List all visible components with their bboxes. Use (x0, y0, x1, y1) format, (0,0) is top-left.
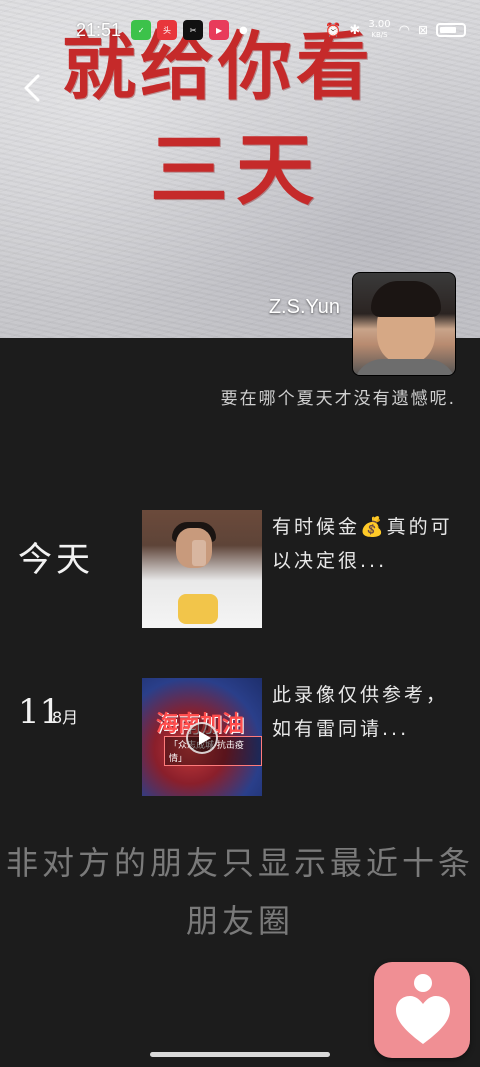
battery-icon (436, 23, 466, 37)
moment-post[interactable]: 今天 有时候金💰真的可以决定很... (0, 510, 480, 630)
app-badge-video-icon: ▶ (209, 20, 230, 40)
thumb-shirt-print (178, 594, 218, 624)
wifi-icon: ◠ (398, 22, 410, 38)
alarm-icon: ⏰ (325, 22, 342, 38)
app-badge-green-icon: ✓ (131, 20, 152, 40)
profile-signature: 要在哪个夏天才没有遗憾呢. (220, 389, 456, 409)
post-date-month: 8月 (52, 708, 79, 727)
post-date: 今天 (18, 540, 94, 580)
bluetooth-icon: ✱ (349, 22, 361, 38)
back-button[interactable] (14, 68, 50, 108)
network-speed: 3.00 KB/S (368, 20, 390, 40)
avatar[interactable] (352, 272, 456, 376)
post-text[interactable]: 有时候金💰真的可以决定很... (272, 510, 468, 578)
cover-title-line2: 三天 (150, 126, 323, 216)
status-time: 21:51 (76, 19, 122, 40)
home-indicator[interactable] (150, 1052, 330, 1057)
profile-nickname: Z.S.Yun (268, 296, 340, 318)
app-badge-capcut-icon: ✂ (183, 20, 204, 40)
sim-icon: ⊠ (417, 23, 428, 37)
post-video-thumbnail[interactable]: 海南加油 「众志成城·抗击疫情」 (142, 678, 262, 796)
post-thumbnail[interactable] (142, 510, 262, 628)
avatar-hair (371, 281, 441, 317)
status-bar: 21:51 ✓ 头 ✂ ▶ ● ⏰ ✱ 3.00 KB/S ◠ ⊠ (0, 0, 480, 60)
thumb-phone (192, 540, 206, 566)
app-badge-toutiao-icon: 头 (157, 20, 178, 40)
privacy-notice: 非对方的朋友只显示最近十条朋友圈 (5, 844, 474, 940)
heart-person-icon (396, 996, 450, 1044)
moment-post[interactable]: 11 8月 海南加油 「众志成城·抗击疫情」 此录像仅供参考，如有雷同请... (0, 678, 480, 798)
network-speed-unit: KB/S (371, 31, 388, 39)
play-icon[interactable] (186, 722, 218, 754)
dot-icon: ● (239, 24, 248, 36)
post-text[interactable]: 此录像仅供参考，如有雷同请... (272, 678, 468, 746)
avatar-shirt (353, 359, 455, 375)
chevron-left-icon (24, 74, 40, 102)
status-right: ⏰ ✱ 3.00 KB/S ◠ ⊠ (325, 20, 466, 40)
network-speed-value: 3.00 (368, 19, 391, 30)
fab-head-dot (414, 974, 432, 992)
moments-fab-button[interactable] (374, 962, 470, 1058)
